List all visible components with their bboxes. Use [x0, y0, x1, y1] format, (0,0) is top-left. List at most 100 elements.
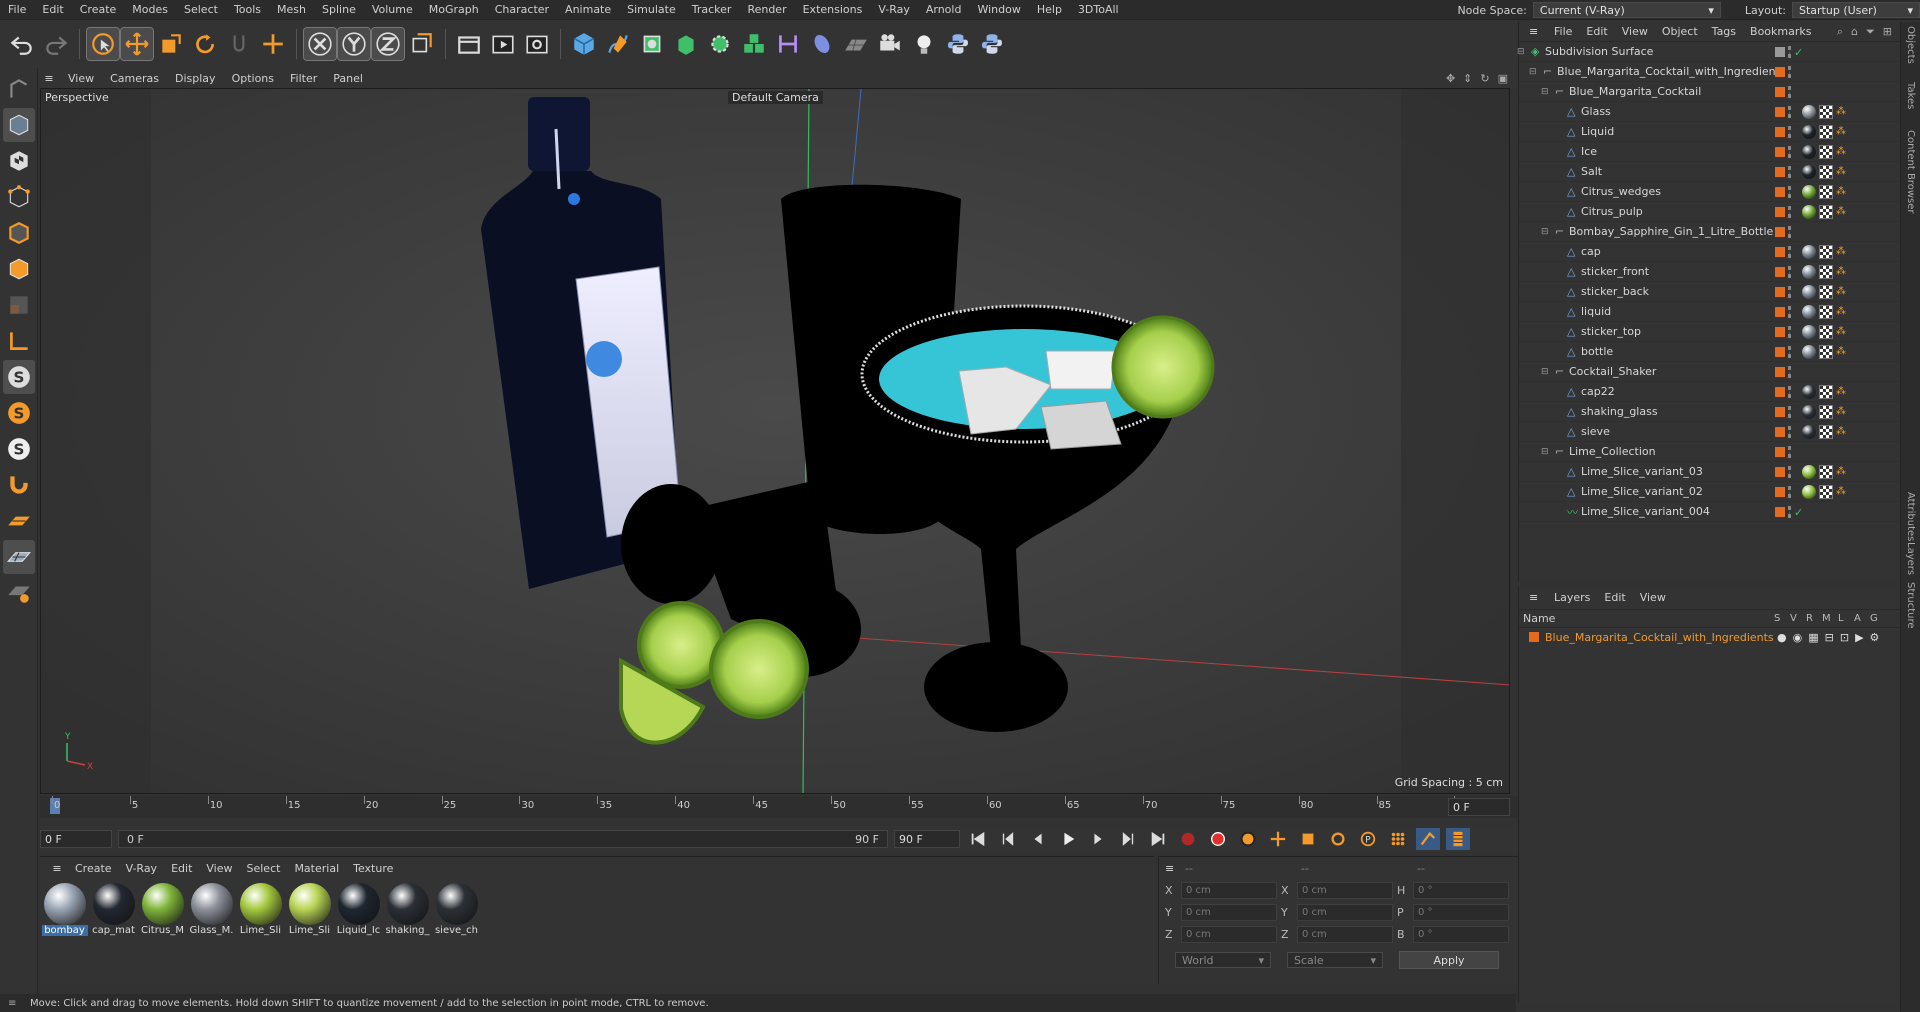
visibility-dots-icon[interactable]	[1788, 106, 1791, 118]
goto-end-button[interactable]	[1146, 828, 1170, 850]
layer-menu-edit[interactable]: Edit	[1597, 591, 1632, 604]
frame-range-slider[interactable]: 0 F 90 F	[118, 830, 888, 848]
object-menu-file[interactable]: File	[1547, 25, 1579, 38]
material-tag-icon[interactable]	[1802, 105, 1816, 119]
python-script-button[interactable]	[976, 28, 1008, 60]
phong-tag-icon[interactable]: ⁂	[1836, 205, 1850, 219]
material-tag-icon[interactable]	[1802, 165, 1816, 179]
visibility-dots-icon[interactable]	[1788, 146, 1791, 158]
side-tab-takes[interactable]: Takes	[1905, 82, 1916, 109]
uvw-tag-icon[interactable]	[1819, 465, 1833, 479]
coord-input[interactable]: 0 cm	[1297, 903, 1393, 921]
key-scale-button[interactable]	[1296, 828, 1320, 850]
uvw-tag-icon[interactable]	[1819, 185, 1833, 199]
object-row[interactable]: △ shaking_glass ⁂	[1519, 402, 1900, 422]
world-coords-button[interactable]	[406, 28, 438, 60]
visibility-dots-icon[interactable]	[1788, 226, 1791, 238]
material-tag-icon[interactable]	[1802, 425, 1816, 439]
material-tag-icon[interactable]	[1802, 285, 1816, 299]
render-icon[interactable]: ▦	[1808, 631, 1818, 644]
make-editable-button[interactable]	[3, 72, 35, 106]
visibility-dots-icon[interactable]	[1788, 246, 1791, 258]
expand-toggle-icon[interactable]: ⊟	[1541, 447, 1549, 457]
workplane-button[interactable]	[3, 504, 35, 538]
uvw-tag-icon[interactable]	[1819, 385, 1833, 399]
floor-button[interactable]	[840, 28, 872, 60]
menu-render[interactable]: Render	[739, 3, 794, 16]
material-tag-icon[interactable]	[1802, 465, 1816, 479]
coordinate-system-button[interactable]	[257, 28, 289, 60]
mograph-button[interactable]	[738, 28, 770, 60]
material-menu-v-ray[interactable]: V-Ray	[119, 862, 165, 875]
deformer-button[interactable]	[772, 28, 804, 60]
expand-toggle-icon[interactable]: ⊟	[1517, 47, 1525, 57]
snap-settings-button[interactable]: S	[3, 396, 35, 430]
recent-tool-button[interactable]	[223, 28, 255, 60]
material-tag-icon[interactable]	[1802, 325, 1816, 339]
phong-tag-icon[interactable]: ⁂	[1836, 105, 1850, 119]
toggle-view-icon[interactable]: ▣	[1498, 72, 1508, 85]
orbit-icon[interactable]: ↻	[1480, 72, 1489, 85]
material-menu-edit[interactable]: Edit	[164, 862, 199, 875]
phong-tag-icon[interactable]: ⁂	[1836, 145, 1850, 159]
node-space-dropdown[interactable]: Current (V-Ray) ▾	[1532, 2, 1721, 18]
side-tab-attributes[interactable]: Attributes	[1905, 492, 1916, 541]
material-menu-view[interactable]: View	[199, 862, 239, 875]
object-row[interactable]: △ sieve ⁂	[1519, 422, 1900, 442]
viewport-menu-display[interactable]: Display	[167, 72, 224, 85]
menu-simulate[interactable]: Simulate	[619, 3, 684, 16]
scale-tool-button[interactable]	[155, 28, 187, 60]
pen-spline-button[interactable]	[602, 28, 634, 60]
menu-volume[interactable]: Volume	[364, 3, 421, 16]
object-row[interactable]: △ sticker_top ⁂	[1519, 322, 1900, 342]
render-view-button[interactable]	[487, 28, 519, 60]
uvw-tag-icon[interactable]	[1819, 105, 1833, 119]
solo-icon[interactable]: ●	[1777, 631, 1787, 644]
viewport-menu-filter[interactable]: Filter	[282, 72, 325, 85]
lock-icon[interactable]: ⊡	[1840, 631, 1849, 644]
material-swatch[interactable]: sieve_ch	[434, 883, 479, 936]
viewport-menu-options[interactable]: Options	[224, 72, 282, 85]
material-tag-icon[interactable]	[1802, 385, 1816, 399]
object-row[interactable]: ⊟ ◈ Subdivision Surface ✓	[1517, 42, 1900, 62]
uvw-tag-icon[interactable]	[1819, 165, 1833, 179]
material-tag-icon[interactable]	[1802, 345, 1816, 359]
object-menu-edit[interactable]: Edit	[1579, 25, 1614, 38]
start-frame-field[interactable]: 0 F	[40, 830, 112, 848]
y-axis-lock-button[interactable]	[337, 27, 371, 61]
timeline-ruler[interactable]: 051015202530354045505560657075808590 0 F	[40, 796, 1518, 818]
menu-modes[interactable]: Modes	[124, 3, 176, 16]
next-frame-button[interactable]	[1086, 828, 1110, 850]
phong-tag-icon[interactable]: ⁂	[1836, 405, 1850, 419]
key-pla-button[interactable]	[1386, 828, 1410, 850]
phong-tag-icon[interactable]: ⁂	[1836, 325, 1850, 339]
coord-input[interactable]: 0 °	[1413, 881, 1509, 899]
menu-window[interactable]: Window	[969, 3, 1028, 16]
phong-tag-icon[interactable]: ⁂	[1836, 125, 1850, 139]
object-row[interactable]: ⊟ ⌐ Blue_Margarita_Cocktail	[1519, 82, 1900, 102]
uvw-tag-icon[interactable]	[1819, 425, 1833, 439]
visibility-dots-icon[interactable]	[1788, 166, 1791, 178]
uvw-tag-icon[interactable]	[1819, 405, 1833, 419]
object-row[interactable]: △ Ice ⁂	[1519, 142, 1900, 162]
viewport-menu-cameras[interactable]: Cameras	[102, 72, 167, 85]
phong-tag-icon[interactable]: ⁂	[1836, 465, 1850, 479]
rotate-tool-button[interactable]	[189, 28, 221, 60]
prev-frame-button[interactable]	[1026, 828, 1050, 850]
generator-icon[interactable]: ⚙	[1870, 631, 1880, 644]
layer-menu-view[interactable]: View	[1633, 591, 1673, 604]
object-row[interactable]: △ sticker_back ⁂	[1519, 282, 1900, 302]
material-tag-icon[interactable]	[1802, 185, 1816, 199]
side-tab-layers[interactable]: Layers	[1905, 542, 1916, 575]
z-axis-lock-button[interactable]	[371, 27, 405, 61]
home-icon[interactable]: ⌂	[1851, 25, 1858, 39]
object-row[interactable]: 〰 Lime_Slice_variant_004 ✓	[1519, 502, 1900, 522]
expand-toggle-icon[interactable]: ⊟	[1529, 67, 1537, 77]
material-swatch[interactable]: Lime_Sli	[238, 883, 283, 936]
phong-tag-icon[interactable]: ⁂	[1836, 285, 1850, 299]
menu-select[interactable]: Select	[176, 3, 226, 16]
visibility-dots-icon[interactable]	[1788, 206, 1791, 218]
phong-tag-icon[interactable]: ⁂	[1836, 345, 1850, 359]
uvw-tag-icon[interactable]	[1819, 325, 1833, 339]
filter-icon[interactable]: ⏷	[1866, 25, 1875, 39]
